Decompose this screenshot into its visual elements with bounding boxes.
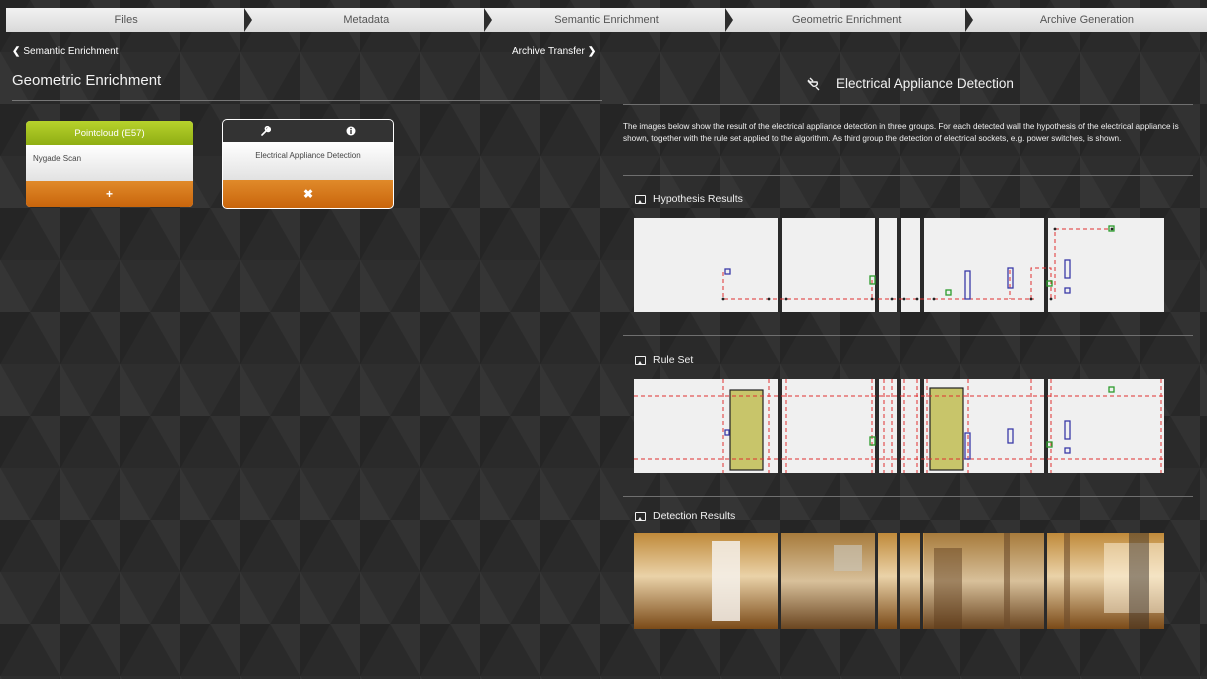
remove-button[interactable]: ✖ [223,180,393,208]
back-link-label: Semantic Enrichment [23,46,119,57]
card-body: Electrical Appliance Detection [223,142,393,180]
step-semantic-enrichment[interactable]: Semantic Enrichment [486,8,733,32]
section-label: Rule Set [653,354,694,366]
page-title: Geometric Enrichment [12,72,162,89]
divider [623,496,1193,497]
step-label: Metadata [343,14,390,26]
section-label: Hypothesis Results [653,193,743,205]
section-detection-heading: Detection Results [635,510,735,522]
section-ruleset-heading: Rule Set [635,354,693,366]
step-geometric-enrichment[interactable]: Geometric Enrichment [727,8,973,32]
divider [623,175,1193,176]
image-icon [635,511,646,521]
image-icon [635,194,646,204]
step-archive-generation[interactable]: Archive Generation [967,8,1207,32]
step-metadata[interactable]: Metadata [246,8,493,32]
step-label: Semantic Enrichment [554,14,659,26]
step-arrow [964,8,973,32]
image-icon [635,355,646,365]
appliance-detection-card[interactable]: Electrical Appliance Detection ✖ [222,119,394,209]
step-label: Files [114,14,138,26]
back-link[interactable]: ❮ Semantic Enrichment [12,46,118,57]
info-icon[interactable] [346,126,356,136]
add-button[interactable]: + [26,181,193,207]
card-header: Pointcloud (E57) [26,121,193,145]
forward-link[interactable]: Archive Transfer ❯ [512,46,596,57]
forward-link-label: Archive Transfer [512,46,585,57]
hypothesis-results-image [634,218,1164,312]
description: The images below show the result of the … [623,122,1179,143]
step-label: Archive Generation [1039,14,1134,26]
step-files[interactable]: Files [6,8,253,32]
step-arrow [484,8,493,32]
wizard-steps: Files Metadata Semantic Enrichment Geome… [6,8,1207,32]
detection-results-image [634,533,1164,629]
step-arrow [724,8,733,32]
wrench-icon[interactable] [260,126,271,136]
detail-title-text: Electrical Appliance Detection [836,76,1014,91]
plug-icon [807,77,820,90]
divider [623,335,1193,336]
divider [623,104,1193,105]
pointcloud-card[interactable]: Pointcloud (E57) Nygade Scan + [26,121,193,207]
section-hypothesis-heading: Hypothesis Results [635,193,743,205]
chevron-right-icon: ❯ [587,46,597,57]
detail-title: Electrical Appliance Detection [806,76,1014,91]
card-toolbar [223,120,393,142]
section-label: Detection Results [653,510,736,522]
card-body: Nygade Scan [26,145,193,181]
step-arrow [244,8,253,32]
chevron-left-icon: ❮ [12,46,21,57]
step-label: Geometric Enrichment [791,14,902,26]
rule-set-image [634,379,1164,473]
divider [12,100,602,101]
